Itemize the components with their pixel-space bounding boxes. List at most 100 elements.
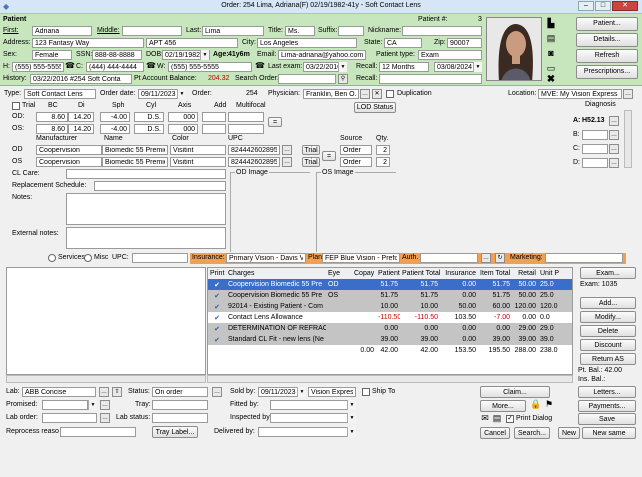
home-phone-input[interactable] <box>12 62 64 72</box>
os-qty-input[interactable] <box>376 157 390 167</box>
new-button[interactable]: New <box>558 427 580 439</box>
last-exam-dropdown-icon[interactable]: ▼ <box>338 62 347 72</box>
services-horizontal-scrollbar[interactable] <box>6 375 206 383</box>
promised-dropdown-icon[interactable]: ▼ <box>88 400 97 410</box>
dob-dropdown-icon[interactable]: ▼ <box>200 50 209 60</box>
last-name-input[interactable] <box>202 26 264 36</box>
patient-column-header[interactable]: Patient <box>376 268 400 279</box>
os-image-panel[interactable]: OS Image <box>316 168 396 252</box>
od-add-input[interactable] <box>202 112 226 122</box>
physician-browse-button[interactable]: … <box>360 89 370 99</box>
charges-row[interactable]: ✔ Standard CL Fit - new lens (Ne 39.00 3… <box>208 334 572 345</box>
delivered-by-input[interactable] <box>258 427 356 437</box>
lab-input[interactable] <box>22 387 96 397</box>
services-radio[interactable] <box>48 254 56 262</box>
diagnosis-scrollbar[interactable] <box>624 110 632 168</box>
print-checkbox[interactable]: ✔ <box>208 312 226 323</box>
insurance-column-header[interactable]: Insurance <box>440 268 478 279</box>
os-multifocal-input[interactable] <box>228 124 264 134</box>
diagnosis-c-input[interactable] <box>582 144 608 154</box>
os-add-input[interactable] <box>202 124 226 134</box>
refresh-button[interactable]: Refresh <box>576 49 638 63</box>
zip-input[interactable] <box>447 38 482 48</box>
diagnosis-d-input[interactable] <box>582 158 608 168</box>
charges-row[interactable]: ✔ 92014 - Existing Patient - Com 10.00 1… <box>208 301 572 312</box>
plan-input[interactable] <box>322 253 400 263</box>
os-axis-input[interactable] <box>168 124 198 134</box>
notes-textarea[interactable] <box>66 193 226 225</box>
od-sph-input[interactable] <box>100 112 130 122</box>
add-charge-button[interactable]: Add... <box>580 297 636 309</box>
lab-order-browse-button[interactable]: … <box>100 413 110 423</box>
physician-clear-button[interactable]: ✕ <box>372 89 382 99</box>
sex-input[interactable] <box>32 50 72 60</box>
scanner-icon[interactable]: ▙ <box>545 18 557 30</box>
inspected-by-dropdown-icon[interactable]: ▼ <box>347 413 356 423</box>
location-browse-button[interactable]: … <box>623 89 633 99</box>
physician-input[interactable] <box>303 89 359 99</box>
os-name-input[interactable] <box>102 157 168 167</box>
diagnosis-c-browse-button[interactable]: … <box>609 144 619 154</box>
diagnosis-b-browse-button[interactable]: … <box>609 130 619 140</box>
print-checkbox[interactable]: ✔ <box>208 301 226 312</box>
od-multifocal-input[interactable] <box>228 112 264 122</box>
replacement-schedule-input[interactable] <box>94 181 226 191</box>
charges-horizontal-scrollbar[interactable] <box>207 375 573 383</box>
title-input[interactable] <box>285 26 315 36</box>
auth-input[interactable] <box>420 253 478 263</box>
od-di-input[interactable] <box>68 112 94 122</box>
diagnosis-d-browse-button[interactable]: … <box>609 158 619 168</box>
camera-icon[interactable]: ◙ <box>545 48 557 60</box>
store-input[interactable] <box>308 387 356 397</box>
od-image-panel[interactable]: OD Image <box>230 168 310 252</box>
save-button[interactable]: Save <box>578 413 636 425</box>
status-browse-button[interactable]: … <box>212 387 222 397</box>
retail-column-header[interactable]: Retail <box>512 268 538 279</box>
letters-button[interactable]: Letters... <box>578 386 636 398</box>
os-sph-input[interactable] <box>100 124 130 134</box>
external-notes-textarea[interactable] <box>66 227 226 249</box>
promised-browse-button[interactable]: … <box>100 400 110 410</box>
os-cyl-input[interactable] <box>134 124 164 134</box>
recall-date-dropdown-icon[interactable]: ▼ <box>473 62 482 72</box>
patient-total-column-header[interactable]: Patient Total <box>400 268 440 279</box>
lab-order-input[interactable] <box>42 413 97 423</box>
print-checkbox[interactable]: ✔ <box>208 334 226 345</box>
city-input[interactable] <box>257 38 357 48</box>
lod-status-button[interactable]: LOD Status <box>354 102 396 113</box>
delivered-by-dropdown-icon[interactable]: ▼ <box>347 427 356 437</box>
diagnosis-b-input[interactable] <box>582 130 608 140</box>
recall-input[interactable] <box>379 62 429 72</box>
exam-button[interactable]: Exam... <box>580 267 636 279</box>
diagnosis-a-browse-button[interactable]: … <box>609 116 619 126</box>
phone-icon[interactable]: ☎ <box>255 61 265 70</box>
eye-column-header[interactable]: Eye <box>326 268 352 279</box>
auth-browse-button[interactable]: … <box>481 253 491 263</box>
type-input[interactable] <box>24 89 96 99</box>
recall2-input[interactable] <box>379 74 482 84</box>
insurance-input[interactable] <box>226 253 306 263</box>
close-button[interactable]: ✕ <box>612 1 638 11</box>
od-axis-input[interactable] <box>168 112 198 122</box>
search-order-pin-icon[interactable]: ⚲ <box>338 74 348 84</box>
delete-photo-icon[interactable]: ✖ <box>545 74 557 86</box>
claim-button[interactable]: Claim... <box>480 386 550 398</box>
charges-row[interactable]: ✔ Coopervision Biomedic 55 Pre OS 51.75 … <box>208 290 572 301</box>
od-upc-browse-button[interactable]: … <box>282 145 292 155</box>
unit-price-column-header[interactable]: Unit P <box>538 268 572 279</box>
prescriptions-button[interactable]: Prescriptions... <box>576 65 638 79</box>
os-source-input[interactable] <box>340 157 372 167</box>
fitted-by-dropdown-icon[interactable]: ▼ <box>347 400 356 410</box>
payments-button[interactable]: Payments... <box>578 400 636 412</box>
lab-browse-button[interactable]: … <box>99 387 109 397</box>
tray-input[interactable] <box>152 400 208 410</box>
lab-upload-icon[interactable]: ⇧ <box>112 387 122 397</box>
od-cyl-input[interactable] <box>134 112 164 122</box>
charges-row[interactable]: ✔ Coopervision Biomedic 55 Pre OD 51.75 … <box>208 279 572 290</box>
lock-icon[interactable]: 🔒 <box>530 399 541 411</box>
print-dialog-checkbox[interactable]: ✓ <box>506 415 514 423</box>
od-color-input[interactable] <box>170 145 226 155</box>
address-input[interactable] <box>32 38 144 48</box>
od-trial-button[interactable]: Trial <box>302 145 320 155</box>
return-as-button[interactable]: Return AS <box>580 353 636 365</box>
